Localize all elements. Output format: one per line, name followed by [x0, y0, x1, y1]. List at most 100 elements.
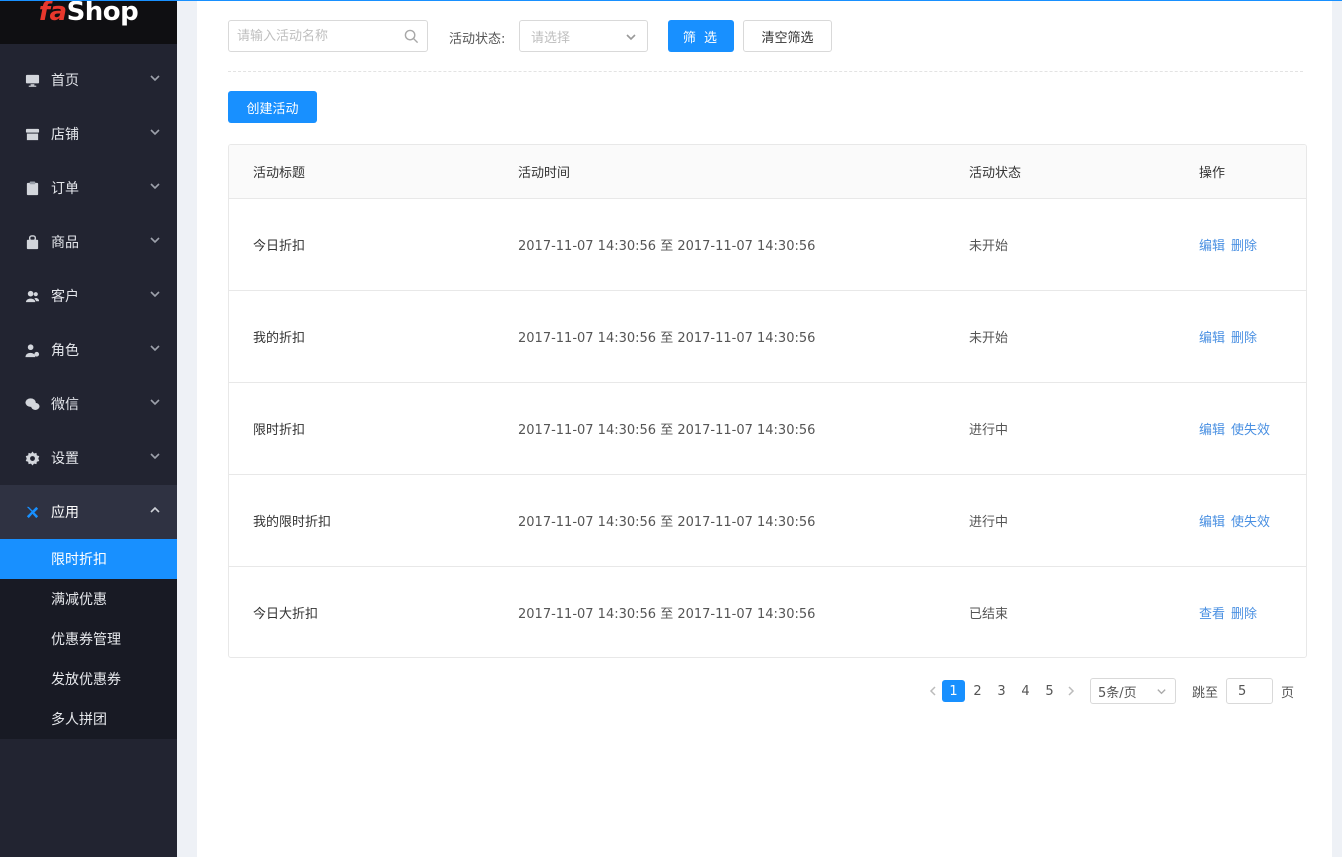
submenu-item-full-reduction[interactable]: 满减优惠 — [0, 579, 177, 619]
cell-time: 2017-11-07 14:30:56 至 2017-11-07 14:30:5… — [494, 565, 945, 657]
chevron-down-icon — [149, 342, 161, 358]
wechat-icon — [24, 396, 40, 412]
activity-table: 活动标题 活动时间 活动状态 操作 今日折扣 2017-11-07 14:30:… — [228, 144, 1307, 658]
sidebar-item-label: 应用 — [51, 505, 79, 521]
sidebar-item-wechat[interactable]: 微信 — [0, 377, 177, 431]
chevron-down-icon — [149, 72, 161, 88]
header-title: 活动标题 — [229, 145, 494, 199]
cell-title: 我的限时折扣 — [229, 473, 494, 566]
page-number[interactable]: 3 — [990, 680, 1013, 702]
submenu-item-flash-discount[interactable]: 限时折扣 — [0, 539, 177, 579]
submenu-item-coupon-manage[interactable]: 优惠券管理 — [0, 619, 177, 659]
sidebar-item-label: 店铺 — [51, 127, 79, 143]
edit-link[interactable]: 编辑 — [1199, 515, 1225, 530]
sidebar-item-label: 设置 — [51, 451, 79, 467]
view-link[interactable]: 查看 — [1199, 607, 1225, 622]
chevron-down-icon — [149, 288, 161, 304]
status-filter-label: 活动状态: — [449, 32, 506, 47]
gear-icon — [24, 450, 40, 466]
search-input[interactable] — [229, 21, 399, 51]
cell-status: 未开始 — [945, 289, 1175, 382]
page-suffix-label: 页 — [1281, 685, 1295, 701]
cell-status: 已结束 — [945, 565, 1175, 657]
cell-actions: 编辑 使失效 — [1175, 473, 1306, 566]
sidebar-item-label: 微信 — [51, 397, 79, 413]
sidebar-item-roles[interactable]: 角色 — [0, 323, 177, 377]
cell-time: 2017-11-07 14:30:56 至 2017-11-07 14:30:5… — [494, 473, 945, 566]
divider — [228, 71, 1303, 72]
bag-icon — [24, 234, 40, 250]
sidebar-item-customers[interactable]: 客户 — [0, 269, 177, 323]
page-size-select[interactable]: 5条/页 — [1090, 678, 1176, 704]
filter-button[interactable]: 筛 选 — [668, 20, 734, 52]
cell-status: 进行中 — [945, 381, 1175, 474]
main-content: 活动状态: 请选择 筛 选 清空筛选 创建活动 活动标题 活动时间 活动状态 操… — [197, 1, 1332, 857]
chevron-down-icon — [149, 396, 161, 412]
sidebar-item-orders[interactable]: 订单 — [0, 161, 177, 215]
sidebar-item-label: 角色 — [51, 343, 79, 359]
apps-submenu: 限时折扣 满减优惠 优惠券管理 发放优惠券 多人拼团 — [0, 539, 177, 739]
table-row: 今日大折扣 2017-11-07 14:30:56 至 2017-11-07 1… — [229, 565, 1306, 657]
clear-filter-button[interactable]: 清空筛选 — [743, 20, 832, 52]
invalidate-link[interactable]: 使失效 — [1231, 423, 1270, 438]
logo-shop-text: Shop — [66, 0, 139, 27]
page-number[interactable]: 5 — [1038, 680, 1061, 702]
cell-time: 2017-11-07 14:30:56 至 2017-11-07 14:30:5… — [494, 289, 945, 382]
chevron-down-icon — [1156, 686, 1167, 701]
cell-title: 限时折扣 — [229, 381, 494, 474]
cell-title: 今日大折扣 — [229, 565, 494, 657]
delete-link[interactable]: 删除 — [1231, 607, 1257, 622]
users-icon — [24, 288, 40, 304]
prev-page-icon[interactable] — [924, 686, 942, 696]
cell-title: 我的折扣 — [229, 289, 494, 382]
chevron-down-icon — [149, 126, 161, 142]
page-size-value: 5条/页 — [1098, 685, 1137, 701]
pagination: 1 2 3 4 5 5条/页 跳至 页 — [924, 678, 1314, 704]
submenu-item-coupon-issue[interactable]: 发放优惠券 — [0, 659, 177, 699]
next-page-icon[interactable] — [1062, 686, 1080, 696]
top-accent-line — [0, 0, 1342, 1]
sidebar: faShop 首页 店铺 订单 商品 客户 角色 微信 设置 应用 限时折扣 满… — [0, 0, 177, 857]
invalidate-link[interactable]: 使失效 — [1231, 515, 1270, 530]
cell-actions: 编辑 删除 — [1175, 289, 1306, 382]
submenu-item-group-buy[interactable]: 多人拼团 — [0, 699, 177, 739]
sidebar-menu: 首页 店铺 订单 商品 客户 角色 微信 设置 应用 — [0, 44, 177, 539]
cell-actions: 查看 删除 — [1175, 565, 1306, 657]
filter-toolbar: 活动状态: 请选择 筛 选 清空筛选 — [228, 20, 1308, 52]
user-gear-icon — [24, 342, 40, 358]
jump-page-input[interactable] — [1226, 678, 1274, 704]
sidebar-item-label: 首页 — [51, 73, 79, 89]
chevron-down-icon — [149, 180, 161, 196]
page-number[interactable]: 2 — [966, 680, 989, 702]
cell-time: 2017-11-07 14:30:56 至 2017-11-07 14:30:5… — [494, 381, 945, 474]
sidebar-item-products[interactable]: 商品 — [0, 215, 177, 269]
chevron-up-icon — [149, 504, 161, 520]
sidebar-item-home[interactable]: 首页 — [0, 53, 177, 107]
delete-link[interactable]: 删除 — [1231, 239, 1257, 254]
table-row: 限时折扣 2017-11-07 14:30:56 至 2017-11-07 14… — [229, 381, 1306, 474]
cell-title: 今日折扣 — [253, 238, 306, 254]
monitor-icon — [24, 72, 40, 88]
sidebar-item-settings[interactable]: 设置 — [0, 431, 177, 485]
status-select[interactable]: 请选择 — [519, 20, 648, 52]
logo[interactable]: faShop — [0, 0, 177, 44]
delete-link[interactable]: 删除 — [1231, 331, 1257, 346]
sidebar-item-store[interactable]: 店铺 — [0, 107, 177, 161]
sidebar-item-apps[interactable]: 应用 — [0, 485, 177, 539]
chevron-down-icon — [149, 234, 161, 250]
table-row: 我的限时折扣 2017-11-07 14:30:56 至 2017-11-07 … — [229, 473, 1306, 566]
search-icon[interactable] — [404, 29, 419, 48]
sidebar-item-label: 订单 — [51, 181, 79, 197]
edit-link[interactable]: 编辑 — [1199, 239, 1225, 254]
page-number[interactable]: 4 — [1014, 680, 1037, 702]
sidebar-item-label: 客户 — [51, 289, 79, 305]
edit-link[interactable]: 编辑 — [1199, 423, 1225, 438]
table-row: 我的折扣 2017-11-07 14:30:56 至 2017-11-07 14… — [229, 289, 1306, 382]
create-activity-button[interactable]: 创建活动 — [228, 91, 317, 123]
scrollbar-track[interactable] — [1332, 1, 1342, 857]
edit-link[interactable]: 编辑 — [1199, 331, 1225, 346]
store-icon — [24, 126, 40, 142]
chevron-down-icon — [149, 450, 161, 466]
table-row: 今日折扣 2017-11-07 14:30:56 至 2017-11-07 14… — [229, 198, 1306, 290]
page-number[interactable]: 1 — [942, 680, 965, 702]
